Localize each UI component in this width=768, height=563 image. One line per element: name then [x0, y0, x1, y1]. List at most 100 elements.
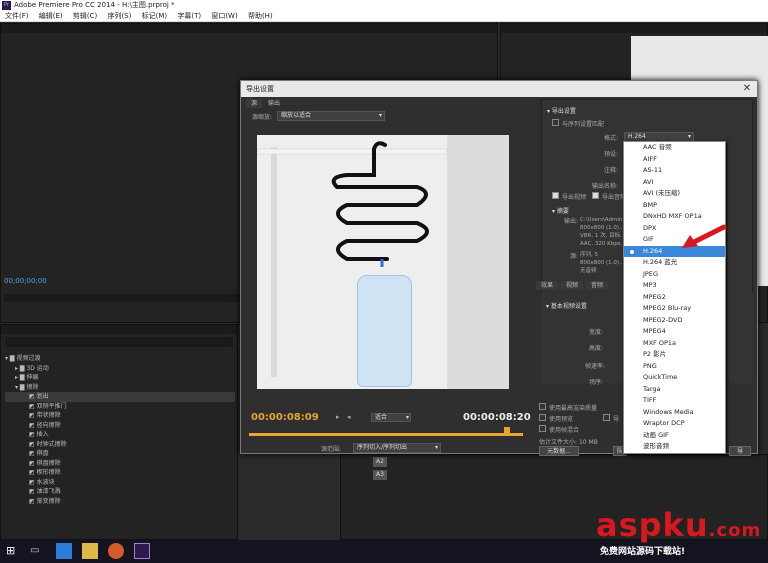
format-option-label: MPEG2-DVD — [643, 315, 683, 324]
format-option[interactable]: Wraptor DCP — [624, 418, 725, 430]
preset-label: 预设: — [604, 151, 619, 158]
effects-folder-video-transitions[interactable]: ▾ ▇ 视频过渡 — [5, 354, 235, 364]
format-option[interactable]: PNG — [624, 361, 725, 373]
mark-out-icon[interactable]: ◂ — [347, 413, 351, 421]
summary-source-label: 源: — [570, 253, 579, 260]
effect-item[interactable]: ◩ 棋盘擦除 — [5, 459, 235, 469]
format-option[interactable]: TIFF — [624, 395, 725, 407]
use-preview-checkbox[interactable] — [539, 414, 546, 421]
menu-clip[interactable]: 剪辑(C) — [73, 12, 97, 20]
format-option[interactable]: AAC 音频 — [624, 142, 725, 154]
format-option-label: Wraptor DCP — [643, 419, 685, 427]
dialog-title: 导出设置 — [241, 81, 757, 97]
menu-help[interactable]: 帮助(H) — [248, 12, 273, 20]
format-option[interactable]: MPEG2 — [624, 292, 725, 304]
browser-icon[interactable] — [108, 543, 124, 559]
source-range-bar[interactable] — [249, 433, 523, 436]
format-option[interactable]: MPEG2 Blu-ray — [624, 303, 725, 315]
format-option[interactable]: MXF OP1a — [624, 338, 725, 350]
effect-item[interactable]: ◩ 渐变擦除 — [5, 497, 235, 507]
source-range-dropdown[interactable]: 序列切入/序列切出 ▾ — [353, 443, 441, 453]
format-option[interactable]: AIFF — [624, 154, 725, 166]
effect-item[interactable]: ◩ 水波块 — [5, 478, 235, 488]
format-option-label: PNG — [643, 361, 657, 370]
tab-video[interactable]: 视频 — [561, 281, 584, 290]
match-sequence-checkbox[interactable] — [552, 119, 559, 126]
export-button[interactable]: 导 — [729, 446, 751, 456]
menu-window[interactable]: 窗口(W) — [211, 12, 237, 20]
format-option-label: AS-11 — [643, 166, 663, 174]
effect-item[interactable]: ◩ 带状擦除 — [5, 411, 235, 421]
effects-search-field[interactable] — [5, 337, 233, 347]
format-option-label: H.264 蓝光 — [643, 258, 678, 266]
menu-file[interactable]: 文件(F) — [5, 12, 29, 20]
window-title: Adobe Premiere Pro CC 2014 - H:\主图.prpro… — [14, 1, 175, 9]
tab-effects[interactable]: 效果 — [536, 281, 559, 290]
format-option[interactable]: MPEG4 — [624, 326, 725, 338]
format-dropdown-list: AAC 音频 AIFF AS-11 AVI AVI (未压缩) BMP DNxHD MXF … — [623, 141, 726, 454]
effect-item[interactable]: ◩ 双侧平推门 — [5, 402, 235, 412]
effects-folder-stretch[interactable]: ▸ ▇ 伸展 — [5, 373, 235, 383]
source-scaling-label: 源缩放: — [252, 114, 273, 121]
format-option-label: 动画 GIF — [643, 430, 669, 439]
track-a2[interactable]: A2 — [373, 457, 387, 467]
close-icon[interactable]: ✕ — [741, 83, 753, 95]
menu-sequence[interactable]: 序列(S) — [107, 12, 131, 20]
premiere-taskbar-icon[interactable] — [134, 543, 150, 559]
effects-folder-wipe[interactable]: ▾ ▇ 擦除 — [5, 383, 235, 393]
task-view-icon[interactable]: ▭ — [30, 543, 46, 559]
format-option[interactable]: 波形音频 — [624, 441, 725, 453]
format-option[interactable]: AVI — [624, 177, 725, 189]
app-icon[interactable] — [56, 543, 72, 559]
effect-item[interactable]: ◩ 划出 — [5, 392, 235, 402]
track-a3[interactable]: A3 — [373, 470, 387, 480]
tab-output[interactable]: 输出 — [263, 99, 286, 108]
format-option[interactable]: 动画 GIF — [624, 430, 725, 442]
format-option[interactable]: JPEG — [624, 269, 725, 281]
playhead-handle[interactable] — [504, 427, 510, 433]
tab-audio[interactable]: 音频 — [586, 281, 609, 290]
effect-item[interactable]: ◩ 棋盘 — [5, 449, 235, 459]
export-audio-checkbox[interactable] — [592, 192, 599, 199]
premiere-logo-icon: Pr — [2, 1, 11, 10]
menu-title[interactable]: 字幕(T) — [177, 12, 201, 20]
effect-item[interactable]: ◩ 径向擦除 — [5, 421, 235, 431]
format-option[interactable]: BMP — [624, 200, 725, 212]
effects-folder-3d[interactable]: ▸ ▇ 3D 运动 — [5, 364, 235, 374]
format-option[interactable]: Targa — [624, 384, 725, 396]
export-video-checkbox[interactable] — [552, 192, 559, 199]
import-checkbox[interactable] — [603, 414, 610, 421]
effect-item[interactable]: ◩ 油漆飞溅 — [5, 487, 235, 497]
folder-icon[interactable] — [82, 543, 98, 559]
source-scaling-dropdown[interactable]: 缩放以适合 ▾ — [277, 111, 385, 121]
format-option[interactable]: H.264 蓝光 — [624, 257, 725, 269]
windows-start-icon[interactable]: ⊞ — [6, 543, 22, 559]
format-option-label: AVI (未压缩) — [643, 189, 681, 197]
format-option[interactable]: QuickTime — [624, 372, 725, 384]
effect-item[interactable]: ◩ 时钟式擦除 — [5, 440, 235, 450]
effect-item[interactable]: ◩ 插入 — [5, 430, 235, 440]
format-option[interactable]: P2 影片 — [624, 349, 725, 361]
max-render-checkbox[interactable] — [539, 403, 546, 410]
tab-source[interactable]: 源 — [246, 99, 263, 108]
format-option[interactable]: AVI (未压缩) — [624, 188, 725, 200]
format-option-label: MPEG2 — [643, 292, 666, 301]
format-option[interactable]: MP3 — [624, 280, 725, 292]
format-option-label: MP3 — [643, 281, 657, 289]
menu-edit[interactable]: 编辑(E) — [39, 12, 63, 20]
summary-output-label: 输出: — [564, 218, 579, 225]
menu-marker[interactable]: 标记(M) — [142, 12, 168, 20]
selected-dot-icon — [630, 249, 634, 254]
format-option[interactable]: DNxHD MXF OP1a — [624, 211, 725, 223]
effect-item[interactable]: ◩ 楔形擦除 — [5, 468, 235, 478]
format-option[interactable]: AS-11 — [624, 165, 725, 177]
match-sequence-label: 与序列设置匹配 — [562, 121, 605, 128]
metadata-button[interactable]: 元数据... — [539, 446, 579, 456]
format-option-label: AAC 音频 — [643, 143, 672, 151]
fit-dropdown[interactable]: 适合 ▾ — [371, 413, 411, 422]
frame-blend-checkbox[interactable] — [539, 425, 546, 432]
mark-in-icon[interactable]: ▸ — [336, 413, 340, 421]
basic-video-header: ▾ 基本视频设置 — [546, 303, 587, 310]
format-option[interactable]: Windows Media — [624, 407, 725, 419]
format-option[interactable]: MPEG2-DVD — [624, 315, 725, 327]
